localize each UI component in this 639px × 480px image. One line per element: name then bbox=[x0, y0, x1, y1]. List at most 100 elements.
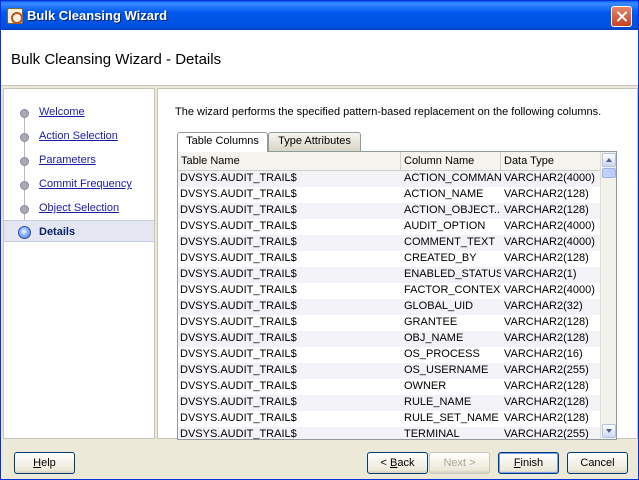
cell-column-name: OS_USERNAME bbox=[404, 364, 489, 376]
cell-column-name: OBJ_NAME bbox=[404, 332, 464, 344]
cell-data-type: VARCHAR2(4000) bbox=[504, 284, 595, 296]
cell-data-type: VARCHAR2(32) bbox=[504, 300, 583, 312]
description-text: The wizard performs the specified patter… bbox=[175, 106, 602, 118]
cancel-button[interactable]: Cancel bbox=[567, 452, 628, 474]
vertical-scrollbar[interactable] bbox=[600, 152, 616, 439]
cell-column-name: COMMENT_TEXT bbox=[404, 236, 496, 248]
cell-table-name: DVSYS.AUDIT_TRAIL$ bbox=[180, 428, 297, 440]
table-body: DVSYS.AUDIT_TRAIL$ ACTION_COMMAND VARCHAR2… bbox=[178, 171, 601, 440]
tab-type-attributes[interactable]: Type Attributes bbox=[268, 132, 361, 151]
cell-column-name: RULE_NAME bbox=[404, 396, 472, 408]
cell-table-name: DVSYS.AUDIT_TRAIL$ bbox=[180, 396, 297, 408]
cell-table-name: DVSYS.AUDIT_TRAIL$ bbox=[180, 332, 297, 344]
table-row[interactable]: DVSYS.AUDIT_TRAIL$ OS_PROCESS VARCHAR2(16) bbox=[178, 347, 601, 363]
cell-data-type: VARCHAR2(255) bbox=[504, 428, 589, 440]
step-action-selection[interactable]: Action Selection bbox=[4, 125, 154, 147]
step-commit-frequency[interactable]: Commit Frequency bbox=[4, 173, 154, 195]
table-row[interactable]: DVSYS.AUDIT_TRAIL$ ENABLED_STATUS VARCHAR2… bbox=[178, 267, 601, 283]
cell-column-name: GRANTEE bbox=[404, 316, 458, 328]
table-row[interactable]: DVSYS.AUDIT_TRAIL$ CREATED_BY VARCHAR2(128… bbox=[178, 251, 601, 267]
wizard-app-icon bbox=[7, 8, 23, 24]
table-row[interactable]: DVSYS.AUDIT_TRAIL$ RULE_NAME VARCHAR2(128) bbox=[178, 395, 601, 411]
step-object-selection[interactable]: Object Selection bbox=[4, 197, 154, 219]
cell-column-name: FACTOR_CONTEXT bbox=[404, 284, 501, 296]
step-welcome[interactable]: Welcome bbox=[4, 101, 154, 123]
step-label[interactable]: Object Selection bbox=[39, 202, 119, 214]
next-button[interactable]: Next > bbox=[429, 452, 490, 474]
step-label[interactable]: Commit Frequency bbox=[39, 178, 132, 190]
finish-rest: inish bbox=[520, 457, 544, 469]
column-header-data-type[interactable]: Data Type bbox=[501, 152, 601, 171]
cell-data-type: VARCHAR2(128) bbox=[504, 412, 589, 424]
cell-data-type: VARCHAR2(16) bbox=[504, 348, 583, 360]
page-title: Bulk Cleansing Wizard - Details bbox=[11, 51, 222, 68]
table-row[interactable]: DVSYS.AUDIT_TRAIL$ TERMINAL VARCHAR2(255) bbox=[178, 427, 601, 440]
back-prefix: < bbox=[380, 457, 390, 469]
cell-data-type: VARCHAR2(4000) bbox=[504, 172, 595, 184]
cell-data-type: VARCHAR2(128) bbox=[504, 396, 589, 408]
cell-column-name: OWNER bbox=[404, 380, 447, 392]
cell-table-name: DVSYS.AUDIT_TRAIL$ bbox=[180, 252, 297, 264]
cell-data-type: VARCHAR2(128) bbox=[504, 204, 589, 216]
cell-column-name: RULE_SET_NAME bbox=[404, 412, 499, 424]
cell-data-type: VARCHAR2(128) bbox=[504, 252, 589, 264]
cell-table-name: DVSYS.AUDIT_TRAIL$ bbox=[180, 380, 297, 392]
help-mnemonic: H bbox=[33, 457, 42, 469]
column-header-table-name[interactable]: Table Name bbox=[178, 152, 401, 171]
back-button[interactable]: < Back bbox=[367, 452, 428, 474]
scroll-thumb[interactable] bbox=[602, 168, 616, 178]
scroll-down-icon[interactable] bbox=[602, 424, 616, 438]
table-row[interactable]: DVSYS.AUDIT_TRAIL$ AUDIT_OPTION VARCHAR2(4… bbox=[178, 219, 601, 235]
table-row[interactable]: DVSYS.AUDIT_TRAIL$ ACTION_OBJECT... VARCHA… bbox=[178, 203, 601, 219]
details-panel: The wizard performs the specified patter… bbox=[157, 88, 638, 440]
cell-column-name: GLOBAL_UID bbox=[404, 300, 474, 312]
table-row[interactable]: DVSYS.AUDIT_TRAIL$ GLOBAL_UID VARCHAR2(32) bbox=[178, 299, 601, 315]
cell-column-name: ACTION_COMMAND bbox=[404, 172, 501, 184]
cell-table-name: DVSYS.AUDIT_TRAIL$ bbox=[180, 348, 297, 360]
table-row[interactable]: DVSYS.AUDIT_TRAIL$ RULE_SET_NAME VARCHAR2(… bbox=[178, 411, 601, 427]
step-label[interactable]: Welcome bbox=[39, 106, 85, 118]
step-details[interactable]: Details bbox=[4, 220, 154, 242]
wizard-window: Bulk Cleansing Wizard Bulk Cleansing Wiz… bbox=[0, 0, 639, 480]
step-label: Details bbox=[39, 226, 76, 238]
cell-table-name: DVSYS.AUDIT_TRAIL$ bbox=[180, 220, 297, 232]
table-row[interactable]: DVSYS.AUDIT_TRAIL$ GRANTEE VARCHAR2(128) bbox=[178, 315, 601, 331]
cell-column-name: OS_PROCESS bbox=[404, 348, 480, 360]
title-bar[interactable]: Bulk Cleansing Wizard bbox=[1, 1, 638, 30]
table-row[interactable]: DVSYS.AUDIT_TRAIL$ OBJ_NAME VARCHAR2(128) bbox=[178, 331, 601, 347]
cell-data-type: VARCHAR2(4000) bbox=[504, 236, 595, 248]
table-row[interactable]: DVSYS.AUDIT_TRAIL$ COMMENT_TEXT VARCHAR2(4… bbox=[178, 235, 601, 251]
step-label[interactable]: Action Selection bbox=[39, 130, 118, 142]
finish-mnemonic: F bbox=[513, 457, 521, 469]
cell-data-type: VARCHAR2(128) bbox=[504, 316, 589, 328]
cell-column-name: ACTION_OBJECT... bbox=[404, 204, 501, 216]
step-parameters[interactable]: Parameters bbox=[4, 149, 154, 171]
step-label[interactable]: Parameters bbox=[39, 154, 96, 166]
step-dot-icon bbox=[20, 109, 29, 118]
cell-column-name: TERMINAL bbox=[404, 428, 460, 440]
cell-data-type: VARCHAR2(128) bbox=[504, 332, 589, 344]
tab-table-columns[interactable]: Table Columns bbox=[177, 132, 268, 152]
cell-data-type: VARCHAR2(1) bbox=[504, 268, 577, 280]
table-row[interactable]: DVSYS.AUDIT_TRAIL$ OWNER VARCHAR2(128) bbox=[178, 379, 601, 395]
table-row[interactable]: DVSYS.AUDIT_TRAIL$ ACTION_COMMAND VARCHAR2… bbox=[178, 171, 601, 187]
cell-table-name: DVSYS.AUDIT_TRAIL$ bbox=[180, 268, 297, 280]
cell-table-name: DVSYS.AUDIT_TRAIL$ bbox=[180, 412, 297, 424]
step-dot-icon bbox=[20, 181, 29, 190]
step-dot-icon bbox=[20, 205, 29, 214]
table-row[interactable]: DVSYS.AUDIT_TRAIL$ OS_USERNAME VARCHAR2(25… bbox=[178, 363, 601, 379]
cell-table-name: DVSYS.AUDIT_TRAIL$ bbox=[180, 316, 297, 328]
help-button[interactable]: Help bbox=[14, 452, 75, 474]
close-icon[interactable] bbox=[611, 6, 632, 27]
scroll-up-icon[interactable] bbox=[602, 153, 616, 167]
table-row[interactable]: DVSYS.AUDIT_TRAIL$ ACTION_NAME VARCHAR2(12… bbox=[178, 187, 601, 203]
help-label-rest: elp bbox=[41, 457, 56, 469]
cell-table-name: DVSYS.AUDIT_TRAIL$ bbox=[180, 284, 297, 296]
cell-column-name: AUDIT_OPTION bbox=[404, 220, 486, 232]
cell-table-name: DVSYS.AUDIT_TRAIL$ bbox=[180, 188, 297, 200]
table-row[interactable]: DVSYS.AUDIT_TRAIL$ FACTOR_CONTEXT VARCHAR2… bbox=[178, 283, 601, 299]
column-header-column-name[interactable]: Column Name bbox=[401, 152, 501, 171]
cell-data-type: VARCHAR2(255) bbox=[504, 364, 589, 376]
finish-button[interactable]: Finish bbox=[498, 452, 559, 474]
columns-table: Table Name Column Name Data Type DVSYS.A… bbox=[177, 151, 617, 440]
